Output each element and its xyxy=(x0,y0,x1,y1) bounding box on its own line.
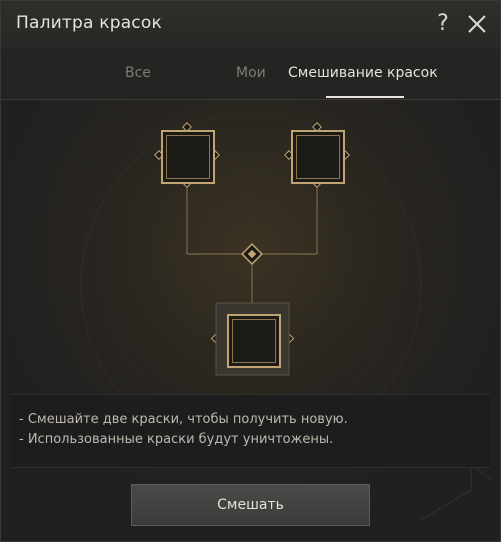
info-box: - Смешайте две краски, чтобы получить но… xyxy=(11,394,490,468)
tab-bar: Все Мои Смешивание красок xyxy=(1,49,500,100)
mixing-panel: - Смешайте две краски, чтобы получить но… xyxy=(1,100,500,541)
mix-button[interactable]: Смешать xyxy=(131,484,370,526)
help-icon[interactable]: ? xyxy=(433,10,453,38)
paint-palette-window: Палитра красок ? Все Мои Смешивание крас… xyxy=(0,0,501,542)
result-slot xyxy=(227,314,281,368)
info-line: - Использованные краски будут уничтожены… xyxy=(19,432,334,447)
window-title: Палитра красок xyxy=(16,13,162,33)
tab-paint-mixing[interactable]: Смешивание красок xyxy=(288,63,438,83)
close-icon[interactable] xyxy=(466,13,488,35)
paint-slot-2[interactable] xyxy=(291,130,345,184)
tab-all[interactable]: Все xyxy=(125,63,151,83)
title-bar: Палитра красок ? xyxy=(1,1,500,49)
active-tab-indicator xyxy=(326,96,404,98)
merge-node-icon xyxy=(241,243,263,265)
paint-slot-1[interactable] xyxy=(161,130,215,184)
tab-mine[interactable]: Мои xyxy=(236,63,266,83)
info-line: - Смешайте две краски, чтобы получить но… xyxy=(19,412,348,427)
